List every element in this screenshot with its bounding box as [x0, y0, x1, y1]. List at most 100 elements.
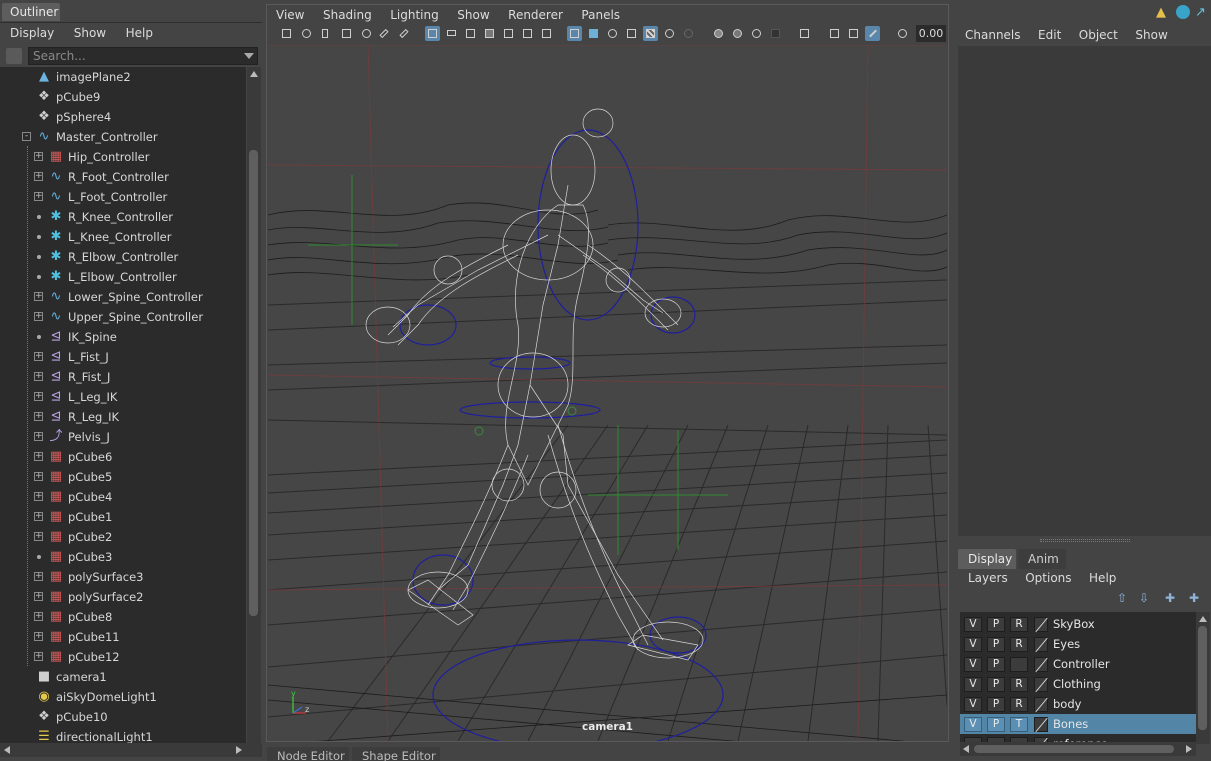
- expand-icon[interactable]: +: [34, 652, 43, 661]
- layer-playback-toggle[interactable]: P: [987, 697, 1005, 712]
- layer-hscroll-thumb[interactable]: [974, 745, 1174, 753]
- safe-action-icon[interactable]: [520, 26, 535, 41]
- outliner-item[interactable]: + ▦ pCube12: [0, 647, 246, 667]
- expand-icon[interactable]: +: [34, 532, 43, 541]
- bookmark-icon[interactable]: [319, 26, 334, 41]
- outliner-item[interactable]: ✱ L_Knee_Controller: [0, 227, 246, 247]
- layer-playback-toggle[interactable]: P: [987, 677, 1005, 692]
- camera-attributes-icon[interactable]: [299, 26, 314, 41]
- outliner-item[interactable]: + ⊴ R_Leg_IK: [0, 407, 246, 427]
- outliner-item[interactable]: ☰ directionalLight1: [0, 727, 246, 743]
- layer-name[interactable]: Controller: [1053, 654, 1110, 674]
- viewport-menu-renderer[interactable]: Renderer: [508, 5, 563, 25]
- default-material-icon[interactable]: [605, 26, 620, 41]
- textured-icon[interactable]: [643, 26, 658, 41]
- search-input[interactable]: Search...: [28, 47, 258, 65]
- layer-row[interactable]: V P Controller: [960, 654, 1196, 674]
- multisample-aa-icon[interactable]: [749, 26, 764, 41]
- safe-title-icon[interactable]: [539, 26, 554, 41]
- outliner-item[interactable]: + ⊴ R_Fist_J: [0, 367, 246, 387]
- outliner-item[interactable]: ▲ imagePlane2: [0, 67, 246, 87]
- expand-icon[interactable]: +: [34, 472, 43, 481]
- outliner-item[interactable]: + ▦ polySurface2: [0, 587, 246, 607]
- expand-icon[interactable]: +: [34, 412, 43, 421]
- outliner-item[interactable]: ✱ R_Elbow_Controller: [0, 247, 246, 267]
- viewport-menu-shading[interactable]: Shading: [323, 5, 372, 25]
- outliner-item[interactable]: + ▦ Hip_Controller: [0, 147, 246, 167]
- layer-display-type-toggle[interactable]: R: [1010, 697, 1028, 712]
- tab-anim[interactable]: Anim: [1018, 549, 1066, 569]
- camera-select-icon[interactable]: [279, 26, 294, 41]
- layer-name[interactable]: Eyes: [1053, 634, 1080, 654]
- pencil-icon[interactable]: [399, 26, 414, 41]
- outliner-item[interactable]: + ⊴ L_Fist_J: [0, 347, 246, 367]
- expand-icon[interactable]: +: [34, 152, 43, 161]
- expand-icon[interactable]: +: [34, 452, 43, 461]
- gate-mask-icon[interactable]: [482, 26, 497, 41]
- expand-icon[interactable]: +: [34, 632, 43, 641]
- layer-visibility-toggle[interactable]: V: [964, 697, 982, 712]
- outliner-item[interactable]: + ∿ Upper_Spine_Controller: [0, 307, 246, 327]
- lighting-icon[interactable]: [662, 26, 677, 41]
- expand-icon[interactable]: +: [34, 492, 43, 501]
- outliner-tab[interactable]: Outliner: [2, 3, 60, 21]
- resolution-gate-icon[interactable]: [463, 26, 478, 41]
- attribute-editor-icon[interactable]: [1176, 5, 1190, 19]
- move-layer-down-icon[interactable]: ⇩: [1136, 590, 1152, 606]
- layer-color-swatch[interactable]: [1034, 697, 1048, 712]
- layer-name[interactable]: body: [1053, 694, 1081, 714]
- layer-row[interactable]: V P T Bones: [960, 714, 1196, 734]
- wireframe-on-shaded-icon[interactable]: [624, 26, 639, 41]
- outliner-item[interactable]: + ▦ pCube1: [0, 507, 246, 527]
- new-layer-icon[interactable]: ✚: [1162, 590, 1178, 606]
- xray-icon[interactable]: [827, 26, 842, 41]
- layer-color-swatch[interactable]: [1034, 637, 1048, 652]
- layer-visibility-toggle[interactable]: V: [964, 657, 982, 672]
- xray-joints-icon[interactable]: [865, 26, 880, 41]
- layer-display-type-toggle[interactable]: [1010, 657, 1028, 672]
- layer-display-type-toggle[interactable]: R: [1010, 677, 1028, 692]
- outliner-item[interactable]: + ▦ pCube4: [0, 487, 246, 507]
- outliner-menu-help[interactable]: Help: [126, 23, 153, 43]
- viewport-menu-view[interactable]: View: [276, 5, 304, 25]
- outliner-item[interactable]: + ∿ R_Foot_Controller: [0, 167, 246, 187]
- viewport-3d[interactable]: y z camera1: [268, 45, 947, 741]
- channel-box-menu-object[interactable]: Object: [1079, 26, 1118, 44]
- exposure-field[interactable]: 0.00: [916, 25, 946, 42]
- outliner-item[interactable]: + ▦ pCube8: [0, 607, 246, 627]
- outliner-item[interactable]: + ∿ Lower_Spine_Controller: [0, 287, 246, 307]
- scroll-left-icon[interactable]: [4, 746, 10, 754]
- layer-scroll-thumb[interactable]: [1198, 626, 1207, 730]
- scroll-right-icon[interactable]: [1186, 745, 1192, 753]
- layer-name[interactable]: Clothing: [1053, 674, 1101, 694]
- scroll-up-icon[interactable]: [1199, 616, 1207, 622]
- layer-playback-toggle[interactable]: P: [987, 717, 1005, 732]
- channel-box-menu-show[interactable]: Show: [1135, 26, 1167, 44]
- layer-row[interactable]: V P Rbody: [960, 694, 1196, 714]
- outliner-item[interactable]: ▦ pCube3: [0, 547, 246, 567]
- smooth-shade-icon[interactable]: [586, 26, 601, 41]
- scroll-right-icon[interactable]: [236, 746, 242, 754]
- expand-icon[interactable]: +: [34, 392, 43, 401]
- layer-playback-toggle[interactable]: P: [987, 637, 1005, 652]
- outliner-menu-show[interactable]: Show: [74, 23, 106, 43]
- expand-icon[interactable]: +: [34, 172, 43, 181]
- layer-menu-options[interactable]: Options: [1025, 569, 1071, 587]
- viewport-menu-panels[interactable]: Panels: [581, 5, 620, 25]
- field-chart-icon[interactable]: [501, 26, 516, 41]
- expand-icon[interactable]: +: [34, 192, 43, 201]
- outliner-horizontal-scrollbar[interactable]: [0, 743, 262, 757]
- layer-name[interactable]: SkyBox: [1053, 614, 1095, 634]
- motion-blur-icon[interactable]: [730, 26, 745, 41]
- layer-display-type-toggle[interactable]: R: [1010, 637, 1028, 652]
- move-layer-up-icon[interactable]: ⇧: [1114, 590, 1130, 606]
- layer-row[interactable]: V P R Clothing: [960, 674, 1196, 694]
- layer-color-swatch[interactable]: [1034, 617, 1048, 632]
- layer-horizontal-scrollbar[interactable]: [960, 742, 1196, 756]
- channel-box-area[interactable]: [958, 46, 1211, 536]
- channel-box-menu-edit[interactable]: Edit: [1038, 26, 1061, 44]
- outliner-item[interactable]: ✱ L_Elbow_Controller: [0, 267, 246, 287]
- layer-visibility-toggle[interactable]: V: [964, 677, 982, 692]
- collapse-icon[interactable]: -: [22, 132, 31, 141]
- layer-visibility-toggle[interactable]: V: [964, 717, 982, 732]
